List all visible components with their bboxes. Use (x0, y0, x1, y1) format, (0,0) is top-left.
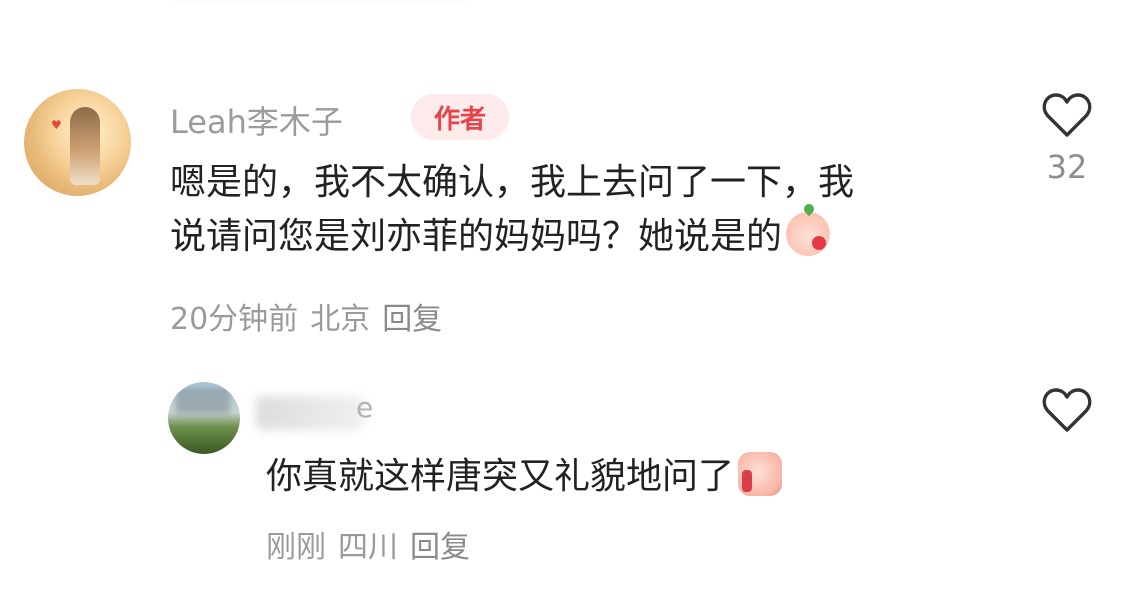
reply-avatar[interactable] (168, 382, 240, 454)
avatar-figure (70, 107, 100, 185)
reply-username-tail: e (356, 391, 374, 424)
comment-text-line-2: 说请问您是刘亦菲的妈妈吗？她说是的 (170, 210, 990, 264)
blush-kiss-emoji-icon (786, 212, 831, 256)
heart-outline-icon (1042, 388, 1092, 432)
comment-text[interactable]: 嗯是的，我不太确认，我上去问了一下，我 说请问您是刘亦菲的妈妈吗？她说是的 (170, 156, 990, 264)
comment-username[interactable]: Leah李木子 (170, 97, 343, 143)
avatar-blur (176, 388, 230, 414)
reply-text[interactable]: 你真就这样唐突又礼貌地问了 (266, 450, 783, 504)
reply-location: 四川 (338, 530, 398, 565)
reply-like-button[interactable] (1027, 387, 1107, 433)
avatar[interactable]: ♥ (24, 89, 131, 196)
previous-comment-fade (170, 0, 470, 6)
reply-meta: 刚刚 四川 回复 (266, 522, 482, 566)
author-badge: 作者 (411, 94, 509, 140)
comment-meta: 20分钟前 北京 回复 (170, 294, 454, 338)
reply-text-content: 你真就这样唐突又礼貌地问了 (266, 456, 735, 497)
comment-text-line-2-content: 说请问您是刘亦菲的妈妈吗？她说是的 (170, 216, 783, 257)
heart-decoration-icon: ♥ (51, 118, 62, 132)
reply-time: 刚刚 (266, 530, 326, 565)
comment-time: 20分钟前 (170, 302, 299, 337)
like-count: 32 (1046, 148, 1088, 186)
comment-location: 北京 (310, 302, 371, 337)
reply-username-blurred[interactable] (256, 396, 364, 430)
like-button[interactable]: 32 (1027, 92, 1107, 186)
heart-outline-icon (1042, 93, 1092, 137)
comment-text-line-1: 嗯是的，我不太确认，我上去问了一下，我 (170, 162, 855, 203)
reply-button[interactable]: 回复 (382, 302, 442, 337)
reply-reply-button[interactable]: 回复 (410, 530, 470, 565)
thumbs-up-emoji-icon (738, 452, 783, 496)
